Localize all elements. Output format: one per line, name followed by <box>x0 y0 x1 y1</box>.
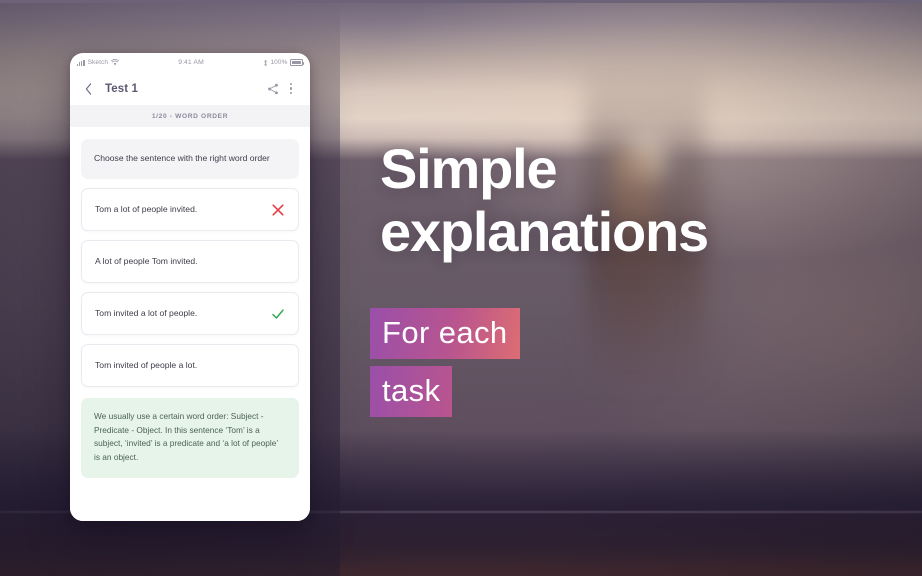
status-bar: Sketch 9:41 AM 100% <box>70 53 310 72</box>
progress-label: 1/20 - WORD ORDER <box>151 112 229 120</box>
answer-option[interactable]: Tom invited a lot of people. <box>81 292 299 336</box>
answer-option[interactable]: Tom invited of people a lot. <box>81 344 299 388</box>
check-icon <box>272 309 284 319</box>
chevron-left-icon <box>85 82 91 95</box>
signal-bars-icon <box>77 59 85 66</box>
status-bar-time: 9:41 AM <box>178 59 204 66</box>
carrier-label: Sketch <box>87 59 109 66</box>
status-bar-left: Sketch <box>77 59 120 66</box>
back-button[interactable] <box>80 81 96 97</box>
answer-option[interactable]: A lot of people Tom invited. <box>81 240 299 284</box>
bluetooth-icon <box>264 59 267 66</box>
headline-line-1: Simple <box>380 137 558 200</box>
marketing-subline: For each task <box>370 308 520 424</box>
answer-option[interactable]: Tom a lot of people invited. <box>81 188 299 232</box>
background-top-edge <box>0 0 922 3</box>
subline-row-2: task <box>370 366 520 417</box>
nav-bar: Test 1 <box>70 72 310 105</box>
phone-mockup: Sketch 9:41 AM 100% Test 1 1/20 - WORD O… <box>70 53 310 521</box>
explanation-card: We usually use a certain word order: Sub… <box>81 398 299 479</box>
kebab-menu-icon <box>289 83 293 94</box>
battery-level-label: 100% <box>270 59 288 66</box>
question-card: Choose the sentence with the right word … <box>81 139 299 180</box>
wifi-icon <box>111 59 120 66</box>
page-title: Test 1 <box>105 82 138 95</box>
cross-icon <box>272 204 284 216</box>
screenshot-stage: Sketch 9:41 AM 100% Test 1 1/20 - WORD O… <box>0 0 922 576</box>
headline-line-2: explanations <box>380 199 709 263</box>
answer-option-label: Tom a lot of people invited. <box>95 204 198 215</box>
share-icon <box>268 83 278 94</box>
subline-text-2: task <box>370 366 453 417</box>
share-button[interactable] <box>264 80 282 98</box>
explanation-text: We usually use a certain word order: Sub… <box>94 411 278 462</box>
answer-option-label: A lot of people Tom invited. <box>95 256 198 267</box>
answer-option-label: Tom invited a lot of people. <box>95 308 198 319</box>
quiz-body: Choose the sentence with the right word … <box>70 127 310 521</box>
status-bar-right: 100% <box>263 59 305 67</box>
subline-text-1: For each <box>370 308 520 359</box>
battery-icon <box>290 59 305 66</box>
subline-row-1: For each <box>370 308 520 359</box>
question-text: Choose the sentence with the right word … <box>94 153 270 163</box>
progress-strip: 1/20 - WORD ORDER <box>70 105 310 127</box>
overflow-menu-button[interactable] <box>282 80 300 98</box>
answer-option-label: Tom invited of people a lot. <box>95 360 198 371</box>
marketing-headline: Simple explanations <box>380 137 900 263</box>
